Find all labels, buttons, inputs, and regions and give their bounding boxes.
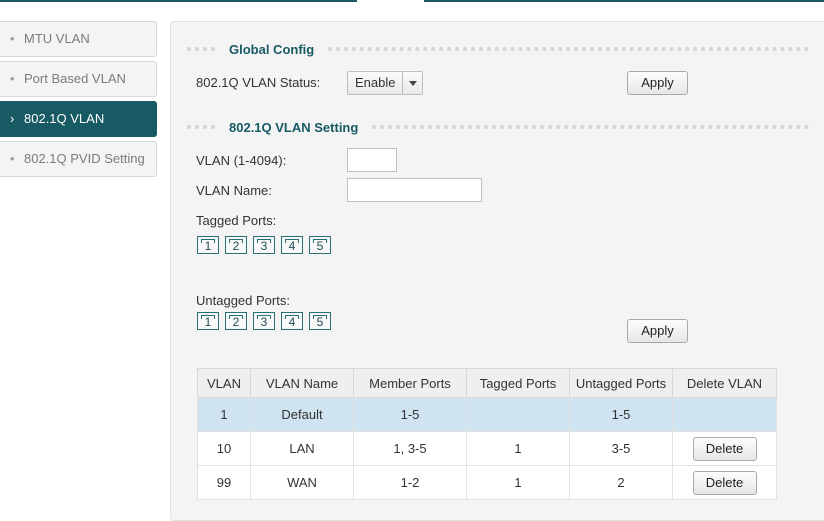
top-tab-line-right (424, 0, 824, 2)
column-header-vlan: VLAN (197, 368, 251, 398)
cell-tagged-ports (466, 397, 570, 432)
tagged-port-3[interactable]: 3 (253, 236, 275, 254)
cell-delete: Delete (672, 431, 777, 466)
cell-vlan: 10 (197, 431, 251, 466)
cell-untagged-ports: 3-5 (569, 431, 673, 466)
cell-untagged-ports: 1-5 (569, 397, 673, 432)
sidebar-item-label: Port Based VLAN (24, 71, 126, 86)
vlan-apply-button[interactable]: Apply (627, 319, 688, 343)
vlan-id-label: VLAN (1-4094): (196, 153, 287, 168)
vlan-table: VLAN VLAN Name Member Ports Tagged Ports… (197, 368, 777, 500)
global-apply-button[interactable]: Apply (627, 71, 688, 95)
column-header-untagged-ports: Untagged Ports (569, 368, 673, 398)
tagged-port-5[interactable]: 5 (309, 236, 331, 254)
header-dots-left (187, 47, 215, 51)
column-header-member-ports: Member Ports (353, 368, 467, 398)
delete-vlan-button[interactable]: Delete (692, 470, 757, 495)
cell-vlan-name: LAN (250, 431, 354, 466)
cell-vlan-name: Default (250, 397, 354, 432)
table-header-row: VLAN VLAN Name Member Ports Tagged Ports… (197, 368, 777, 398)
sidebar-item-8021q-pvid-setting[interactable]: • 802.1Q PVID Setting (0, 141, 157, 177)
untagged-port-3[interactable]: 3 (253, 312, 275, 330)
tagged-ports-label: Tagged Ports: (196, 213, 277, 228)
header-dots-right (372, 125, 809, 129)
chevron-down-icon (408, 80, 417, 86)
untagged-port-2[interactable]: 2 (225, 312, 247, 330)
dropdown-arrow[interactable] (402, 72, 422, 94)
column-header-delete-vlan: Delete VLAN (672, 368, 777, 398)
tagged-port-2[interactable]: 2 (225, 236, 247, 254)
sidebar-item-port-based-vlan[interactable]: • Port Based VLAN (0, 61, 157, 97)
table-row[interactable]: 10 LAN 1, 3-5 1 3-5 Delete (197, 431, 777, 466)
vlan-id-input[interactable] (347, 148, 397, 172)
vlan-status-value: Enable (355, 75, 396, 90)
cell-member-ports: 1, 3-5 (353, 431, 467, 466)
column-header-vlan-name: VLAN Name (250, 368, 354, 398)
tagged-port-1[interactable]: 1 (197, 236, 219, 254)
tagged-port-4[interactable]: 4 (281, 236, 303, 254)
sidebar-nav: • MTU VLAN • Port Based VLAN › 802.1Q VLAN … (0, 21, 157, 181)
cell-member-ports: 1-5 (353, 397, 467, 432)
sidebar-item-8021q-vlan[interactable]: › 802.1Q VLAN (0, 101, 157, 137)
cell-vlan: 99 (197, 465, 251, 500)
column-header-tagged-ports: Tagged Ports (466, 368, 570, 398)
tagged-ports-group: 1 2 3 4 5 (197, 236, 337, 254)
cell-member-ports: 1-2 (353, 465, 467, 500)
bullet-icon: • (10, 31, 15, 46)
cell-vlan-name: WAN (250, 465, 354, 500)
section-title-global-config: Global Config (229, 41, 315, 57)
header-dots-right (328, 47, 809, 51)
untagged-ports-group: 1 2 3 4 5 (197, 312, 337, 330)
untagged-port-1[interactable]: 1 (197, 312, 219, 330)
table-row[interactable]: 1 Default 1-5 1-5 (197, 397, 777, 432)
untagged-port-4[interactable]: 4 (281, 312, 303, 330)
vlan-name-label: VLAN Name: (196, 183, 272, 198)
vlan-config-panel: Global Config 802.1Q VLAN Status: Enable… (170, 21, 824, 521)
vlan-name-input[interactable] (347, 178, 482, 202)
sidebar-item-label: MTU VLAN (24, 31, 90, 46)
cell-vlan: 1 (197, 397, 251, 432)
bullet-icon: • (10, 151, 15, 166)
top-tab-line-left (0, 0, 357, 2)
section-title-vlan-setting: 802.1Q VLAN Setting (229, 119, 359, 135)
sidebar-item-label: 802.1Q VLAN (24, 111, 105, 126)
untagged-port-5[interactable]: 5 (309, 312, 331, 330)
cell-delete: Delete (672, 465, 777, 500)
vlan-status-label: 802.1Q VLAN Status: (196, 75, 321, 90)
header-dots-left (187, 125, 215, 129)
cell-untagged-ports: 2 (569, 465, 673, 500)
cell-tagged-ports: 1 (466, 431, 570, 466)
delete-vlan-button[interactable]: Delete (692, 436, 757, 461)
cell-tagged-ports: 1 (466, 465, 570, 500)
vlan-status-select[interactable]: Enable (347, 71, 423, 95)
cell-delete (672, 397, 777, 432)
table-row[interactable]: 99 WAN 1-2 1 2 Delete (197, 465, 777, 500)
global-config-header: Global Config (187, 41, 809, 57)
vlan-setting-header: 802.1Q VLAN Setting (187, 119, 809, 135)
chevron-right-icon: › (10, 111, 15, 126)
untagged-ports-label: Untagged Ports: (196, 293, 290, 308)
bullet-icon: • (10, 71, 15, 86)
sidebar-item-label: 802.1Q PVID Setting (24, 151, 145, 166)
sidebar-item-mtu-vlan[interactable]: • MTU VLAN (0, 21, 157, 57)
